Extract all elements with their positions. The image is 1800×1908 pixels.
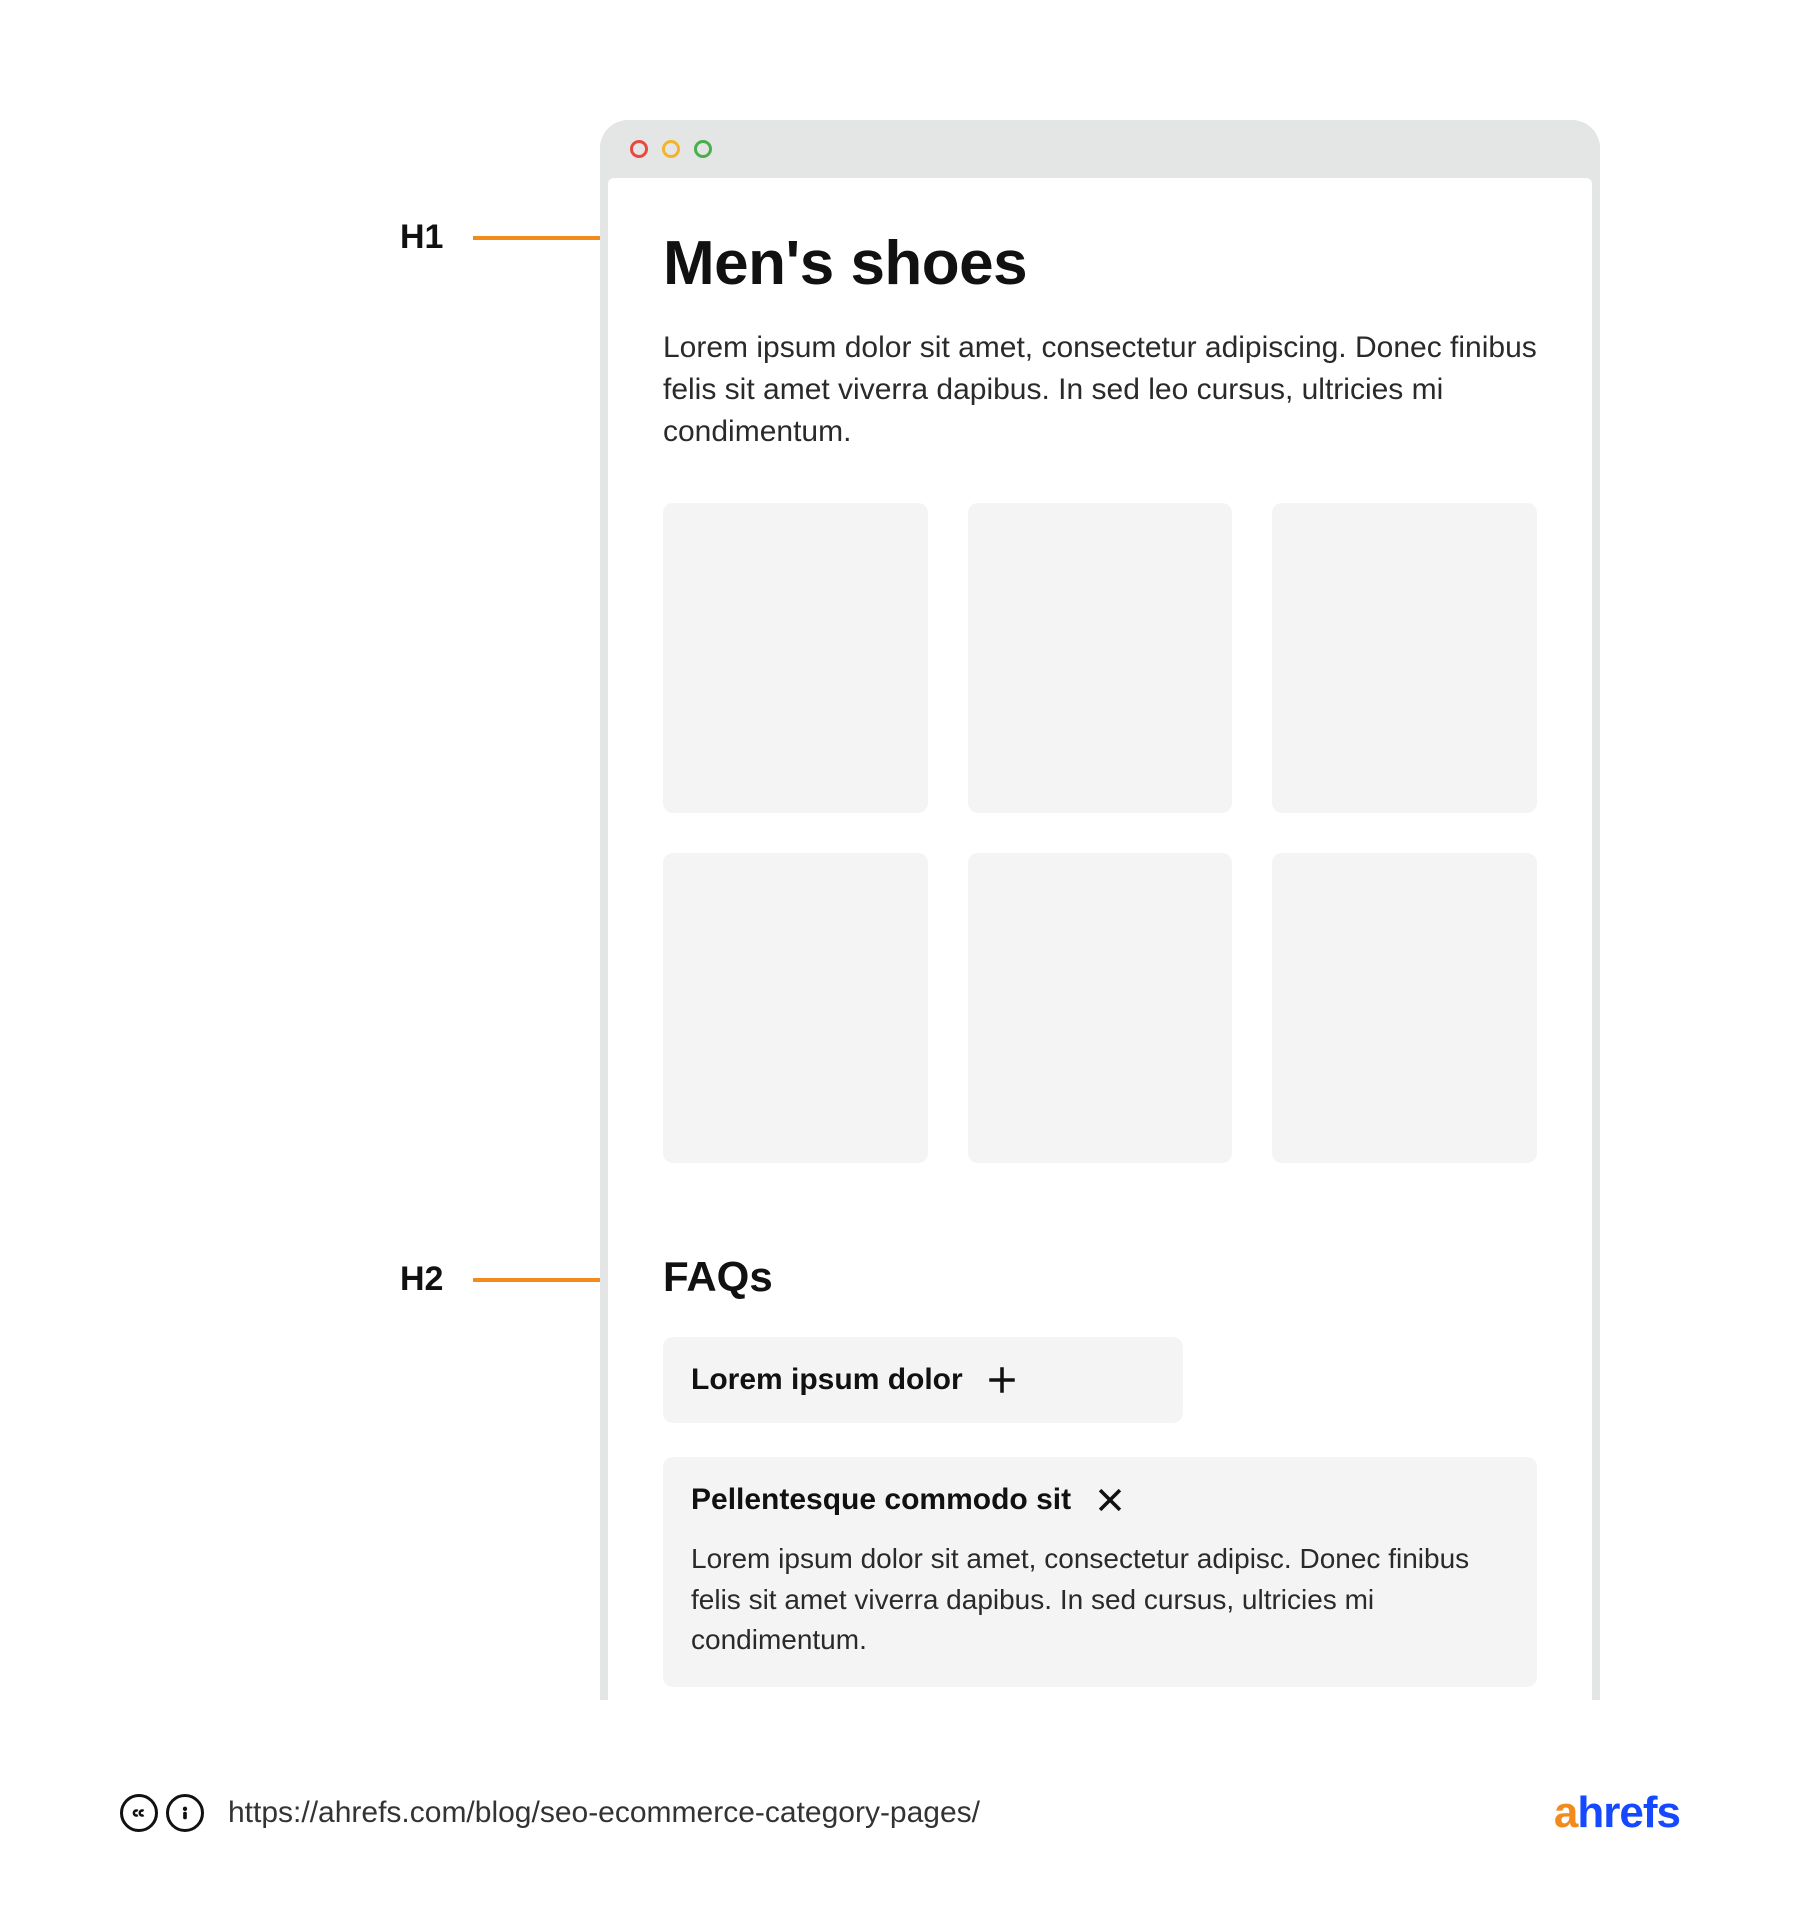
product-card[interactable] xyxy=(1272,503,1537,813)
attribution-icon xyxy=(166,1794,204,1832)
cc-icon xyxy=(120,1794,158,1832)
cc-license-icon xyxy=(120,1794,204,1832)
attribution-footer: https://ahrefs.com/blog/seo-ecommerce-ca… xyxy=(120,1788,1680,1838)
browser-mockup: Men's shoes Lorem ipsum dolor sit amet, … xyxy=(600,120,1600,1700)
faq-question: Lorem ipsum dolor xyxy=(691,1363,963,1397)
page-viewport: Men's shoes Lorem ipsum dolor sit amet, … xyxy=(608,178,1592,1700)
close-icon xyxy=(1093,1483,1127,1517)
window-close-icon xyxy=(630,140,648,158)
faq-answer: Lorem ipsum dolor sit amet, consectetur … xyxy=(691,1539,1509,1661)
logo-rest: hrefs xyxy=(1577,1788,1680,1837)
faq-item[interactable]: Pellentesque commodo sit Lorem ipsum dol… xyxy=(663,1457,1537,1687)
product-card[interactable] xyxy=(1272,853,1537,1163)
product-card[interactable] xyxy=(968,853,1233,1163)
faq-heading: FAQs xyxy=(663,1253,1537,1301)
window-zoom-icon xyxy=(694,140,712,158)
source-url: https://ahrefs.com/blog/seo-ecommerce-ca… xyxy=(228,1796,980,1830)
product-card[interactable] xyxy=(663,853,928,1163)
page-title: Men's shoes xyxy=(663,228,1537,299)
ahrefs-logo: ahrefs xyxy=(1554,1788,1680,1838)
window-titlebar xyxy=(600,120,1600,178)
annotation-h1-label: H1 xyxy=(400,218,443,257)
window-minimize-icon xyxy=(662,140,680,158)
logo-letter-a: a xyxy=(1554,1788,1577,1837)
product-card[interactable] xyxy=(968,503,1233,813)
product-grid xyxy=(663,503,1537,1163)
faq-item[interactable]: Lorem ipsum dolor xyxy=(663,1337,1183,1423)
plus-icon xyxy=(985,1363,1019,1397)
faq-question: Pellentesque commodo sit xyxy=(691,1483,1071,1517)
annotation-h2-label: H2 xyxy=(400,1260,443,1299)
intro-text: Lorem ipsum dolor sit amet, consectetur … xyxy=(663,327,1537,453)
product-card[interactable] xyxy=(663,503,928,813)
